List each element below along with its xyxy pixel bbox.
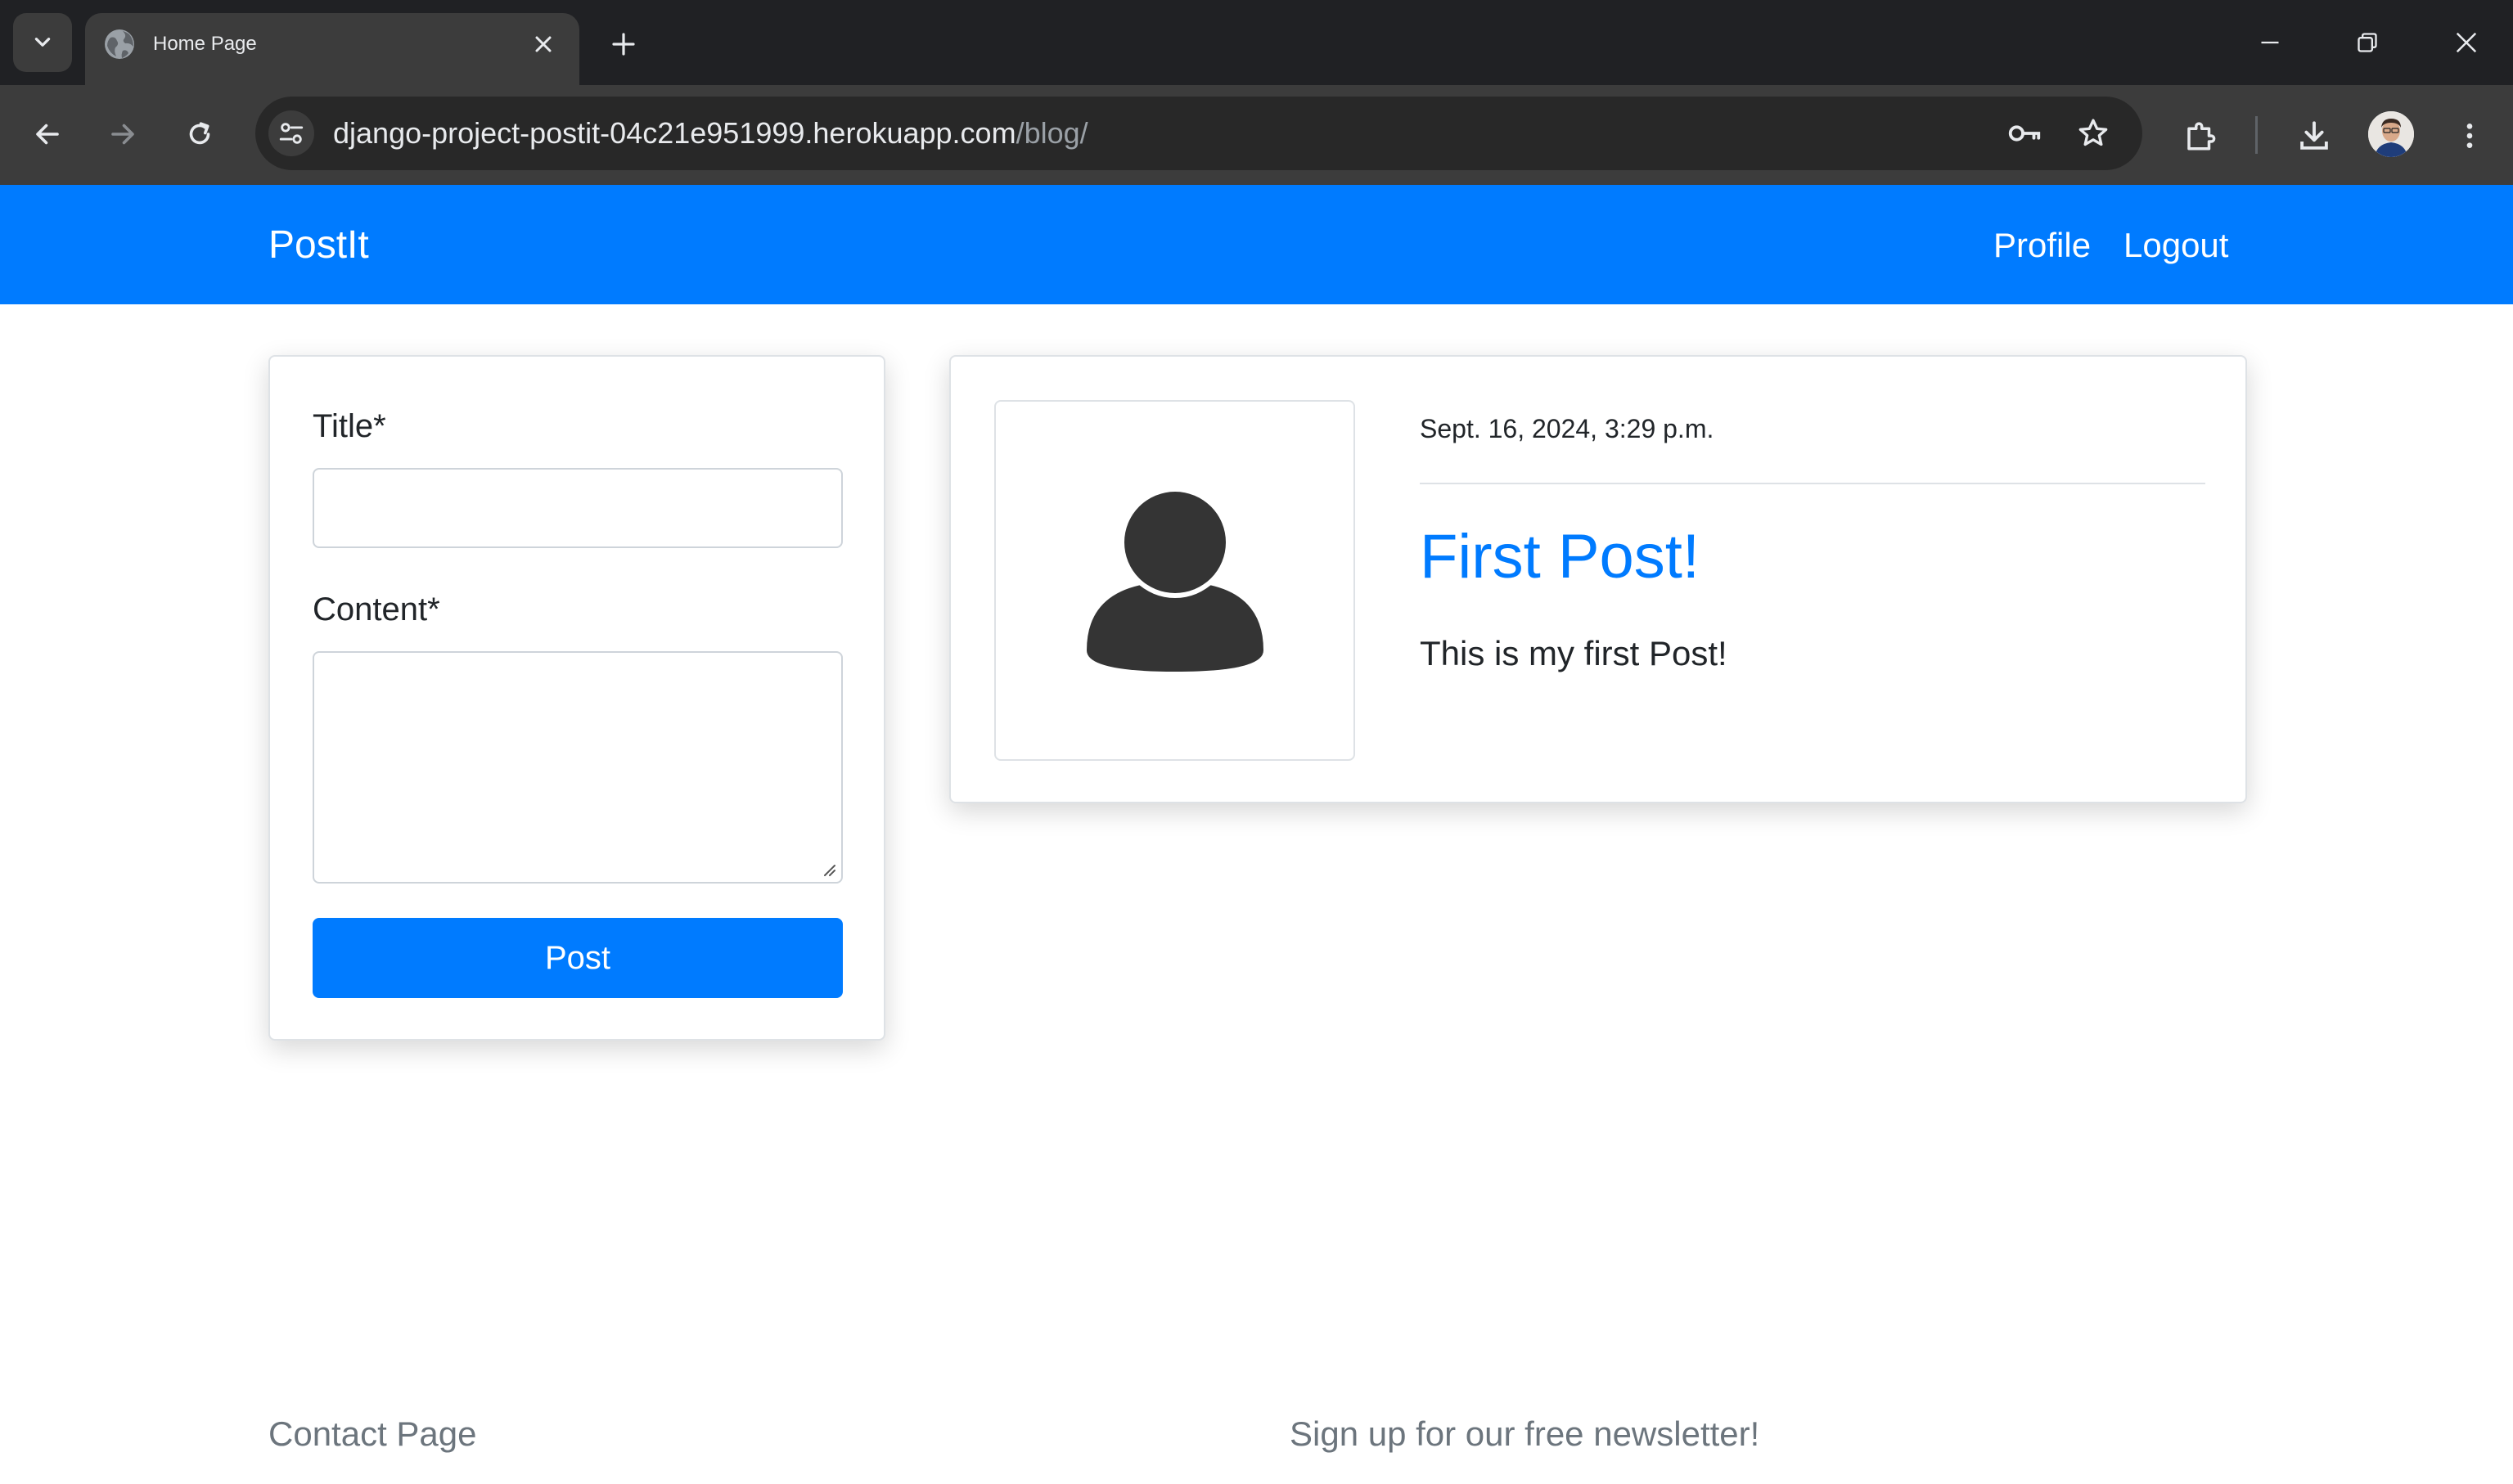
new-post-form: Title* Content* Post bbox=[268, 355, 885, 1041]
browser-toolbar: django-project-postit-04c21e951999.herok… bbox=[0, 85, 2513, 185]
title-input[interactable] bbox=[313, 468, 843, 548]
tab-search-button[interactable] bbox=[13, 13, 72, 72]
resize-grip-icon[interactable] bbox=[818, 859, 836, 877]
extensions-button[interactable] bbox=[2177, 113, 2223, 159]
content-textarea[interactable] bbox=[313, 651, 843, 884]
restore-icon bbox=[2358, 33, 2377, 52]
bookmark-button[interactable] bbox=[2074, 114, 2113, 153]
forward-arrow-icon bbox=[111, 124, 134, 145]
title-label: Title* bbox=[313, 408, 386, 444]
brand-logo[interactable]: PostIt bbox=[268, 221, 369, 270]
url-host: django-project-postit-04c21e951999.herok… bbox=[333, 116, 1016, 150]
puzzle-piece-icon bbox=[2187, 122, 2216, 151]
url-path: /blog/ bbox=[1016, 116, 1088, 150]
post-date: Sept. 16, 2024, 3:29 p.m. bbox=[1420, 414, 1714, 443]
restore-button[interactable] bbox=[2343, 18, 2392, 67]
globe-icon bbox=[105, 29, 134, 59]
forward-button[interactable] bbox=[100, 111, 146, 157]
minimize-icon bbox=[2261, 41, 2279, 44]
window-close-icon bbox=[2456, 32, 2477, 53]
back-button[interactable] bbox=[25, 111, 70, 157]
chevron-down-icon bbox=[34, 38, 51, 47]
minimize-button[interactable] bbox=[2245, 18, 2295, 67]
key-icon bbox=[2008, 125, 2041, 142]
plus-icon bbox=[612, 33, 635, 56]
reload-icon bbox=[189, 122, 210, 145]
close-icon bbox=[535, 36, 552, 52]
window-close-button[interactable] bbox=[2442, 18, 2491, 67]
site-info-button[interactable] bbox=[268, 110, 314, 156]
profile-avatar[interactable] bbox=[2368, 111, 2414, 157]
password-key-button[interactable] bbox=[2005, 114, 2044, 153]
post-submit-button[interactable]: Post bbox=[313, 918, 843, 998]
toolbar-divider bbox=[2255, 116, 2258, 154]
site-settings-icon bbox=[279, 123, 304, 144]
browser-tab-active[interactable]: Home Page bbox=[85, 13, 579, 85]
kebab-menu-icon bbox=[2466, 124, 2473, 148]
tab-close-button[interactable] bbox=[529, 29, 558, 59]
url-text: django-project-postit-04c21e951999.herok… bbox=[333, 115, 1088, 152]
post-author-avatar bbox=[994, 400, 1355, 761]
browser-menu-button[interactable] bbox=[2447, 113, 2493, 159]
browser-tabstrip: Home Page bbox=[0, 0, 2513, 85]
post-divider bbox=[1420, 483, 2205, 484]
back-arrow-icon bbox=[36, 124, 59, 145]
star-icon bbox=[2078, 119, 2108, 146]
site-navbar: PostIt Profile Logout bbox=[0, 185, 2513, 304]
nav-link-logout[interactable]: Logout bbox=[2123, 221, 2228, 270]
profile-photo-icon bbox=[2368, 111, 2414, 157]
reload-button[interactable] bbox=[177, 111, 223, 157]
post-body: This is my first Post! bbox=[1420, 634, 1727, 672]
new-tab-button[interactable] bbox=[604, 25, 643, 64]
post-title-link[interactable]: First Post! bbox=[1420, 520, 1700, 594]
content-label: Content* bbox=[313, 591, 440, 627]
user-silhouette-icon bbox=[1086, 489, 1263, 672]
footer-contact-link[interactable]: Contact Page bbox=[268, 1412, 477, 1456]
post-card: Sept. 16, 2024, 3:29 p.m. First Post! Th… bbox=[949, 355, 2247, 803]
download-icon bbox=[2300, 121, 2328, 150]
downloads-button[interactable] bbox=[2291, 113, 2337, 159]
footer-newsletter-text[interactable]: Sign up for our free newsletter! bbox=[1290, 1412, 1759, 1456]
tab-title: Home Page bbox=[153, 33, 257, 55]
address-bar[interactable]: django-project-postit-04c21e951999.herok… bbox=[255, 97, 2142, 170]
nav-link-profile[interactable]: Profile bbox=[1993, 221, 2091, 270]
